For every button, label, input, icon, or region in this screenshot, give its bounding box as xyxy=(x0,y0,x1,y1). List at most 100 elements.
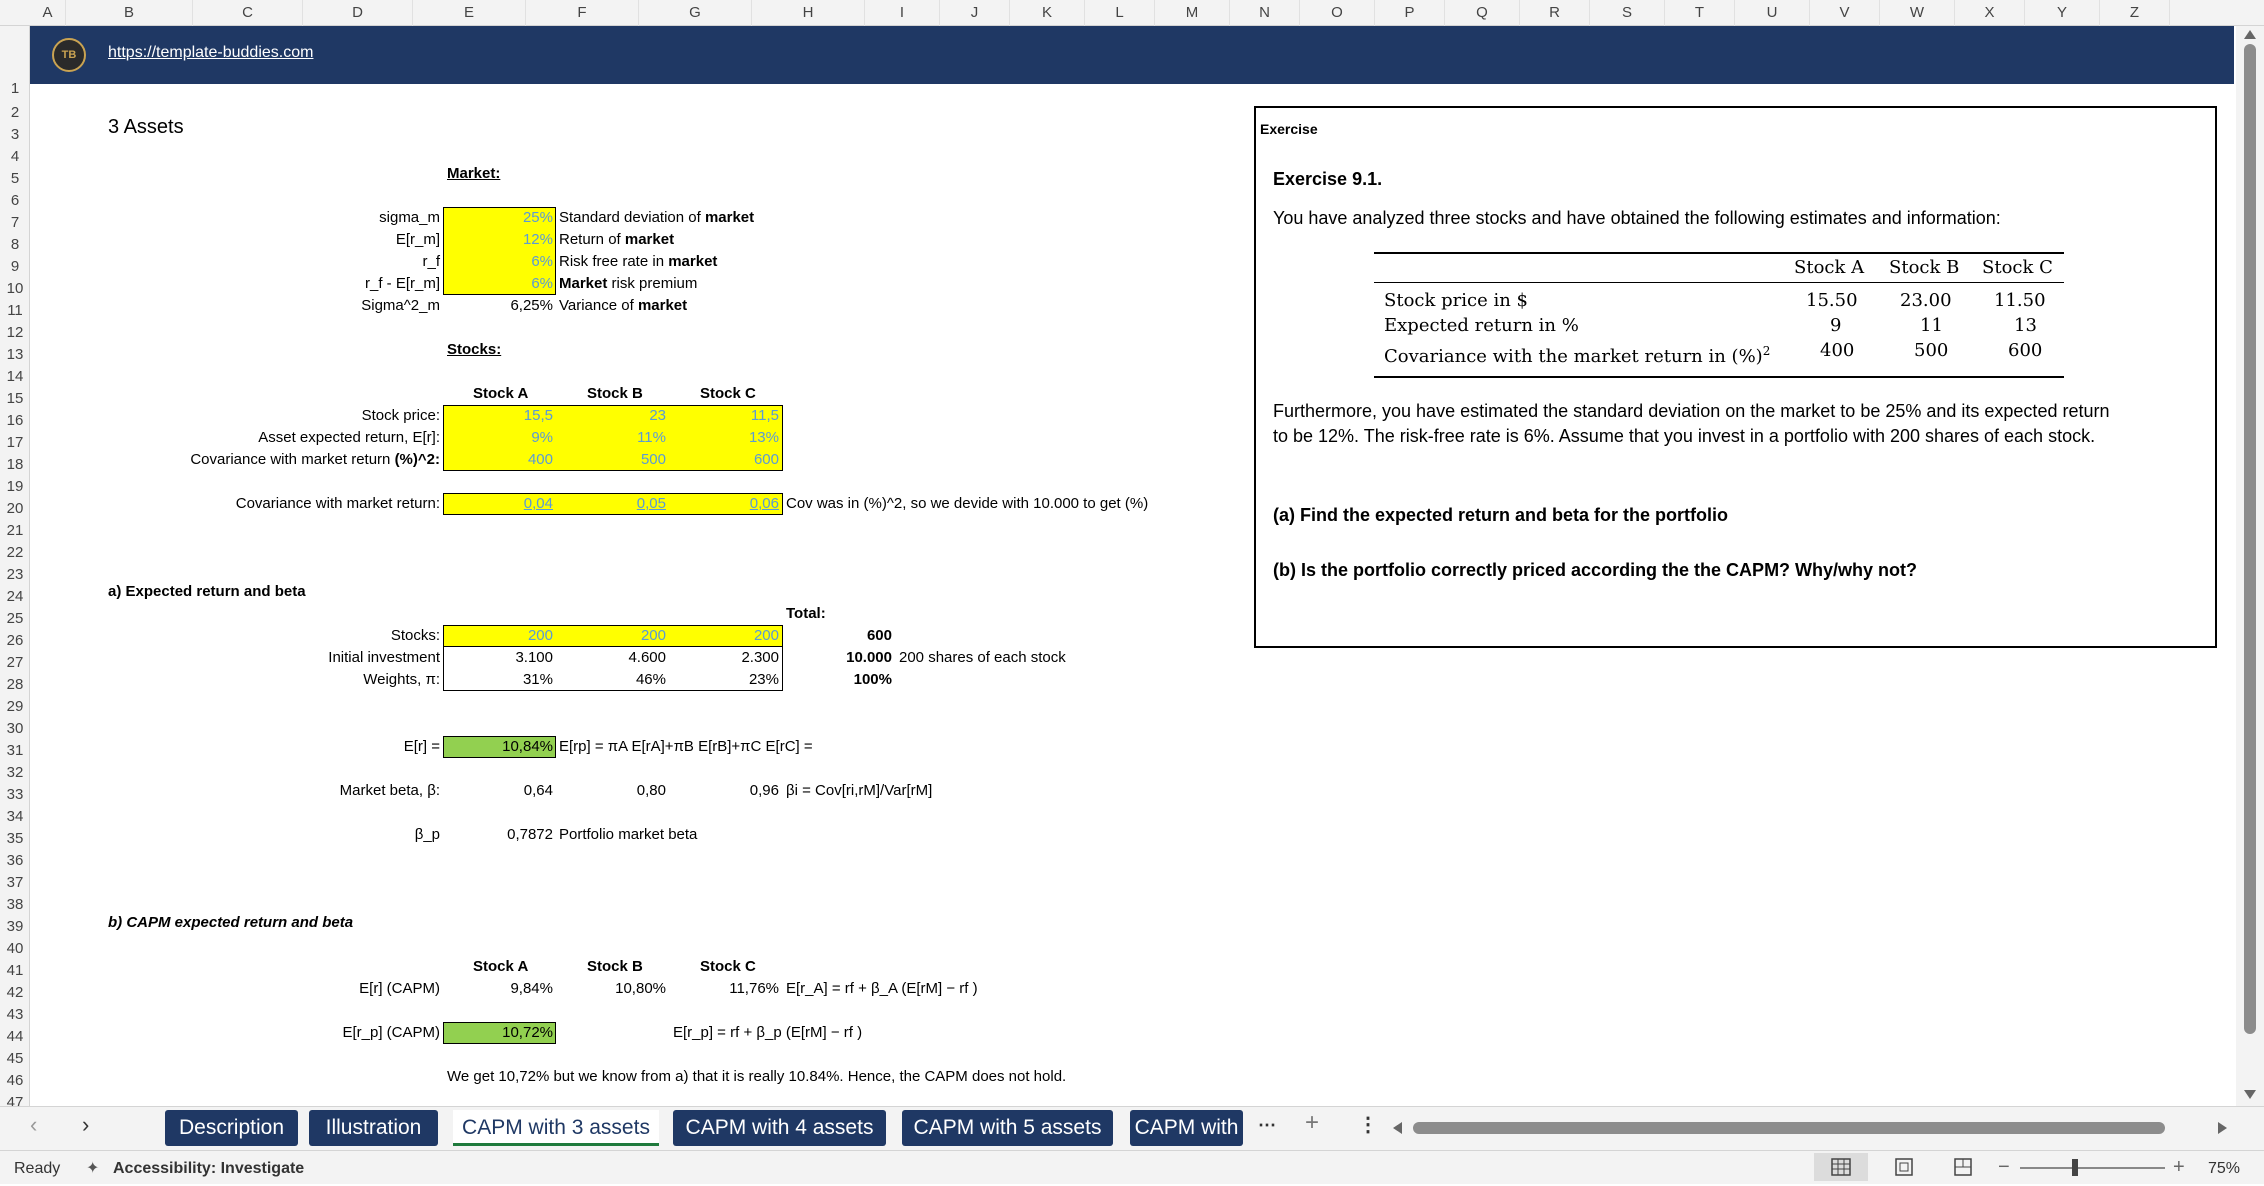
column-header[interactable]: Z xyxy=(2100,0,2170,26)
more-tabs-icon[interactable]: ⋯ xyxy=(1258,1114,1276,1136)
column-header[interactable]: C xyxy=(193,0,303,26)
erp-capm-cell[interactable]: 10,72% xyxy=(443,1022,553,1044)
column-header[interactable]: S xyxy=(1590,0,1665,26)
row-header[interactable]: 35 xyxy=(0,828,30,850)
beta-a-cell[interactable]: 0,64 xyxy=(443,780,553,802)
scroll-up-icon[interactable] xyxy=(2244,30,2256,39)
row-header[interactable]: 46 xyxy=(0,1070,30,1092)
row-header[interactable]: 13 xyxy=(0,344,30,366)
column-header[interactable]: V xyxy=(1810,0,1880,26)
column-header[interactable]: U xyxy=(1735,0,1810,26)
column-header[interactable]: H xyxy=(752,0,865,26)
cov-b-cell[interactable]: 500 xyxy=(556,449,666,471)
er-capm-a-cell[interactable]: 9,84% xyxy=(443,978,553,1000)
cov2-b-cell[interactable]: 0,05 xyxy=(556,493,666,515)
row-header[interactable]: 12 xyxy=(0,322,30,344)
tab-scroll-right-icon[interactable]: › xyxy=(82,1114,89,1136)
shares-a-cell[interactable]: 200 xyxy=(443,625,553,647)
row-header[interactable]: 11 xyxy=(0,300,30,322)
normal-view-button[interactable] xyxy=(1814,1153,1868,1181)
column-header[interactable]: F xyxy=(526,0,639,26)
return-a-cell[interactable]: 9% xyxy=(443,427,553,449)
row-header[interactable]: 6 xyxy=(0,190,30,212)
column-header[interactable]: W xyxy=(1880,0,1955,26)
page-layout-button[interactable] xyxy=(1877,1153,1931,1181)
row-header[interactable]: 16 xyxy=(0,410,30,432)
column-header[interactable]: R xyxy=(1520,0,1590,26)
row-header[interactable]: 20 xyxy=(0,498,30,520)
column-header[interactable]: E xyxy=(413,0,526,26)
row-header[interactable]: 43 xyxy=(0,1004,30,1026)
row-header[interactable]: 22 xyxy=(0,542,30,564)
row-header[interactable]: 17 xyxy=(0,432,30,454)
vertical-scroll-thumb[interactable] xyxy=(2244,44,2256,1034)
column-header[interactable]: I xyxy=(865,0,940,26)
row-header[interactable]: 2 xyxy=(0,102,30,124)
price-a-cell[interactable]: 15,5 xyxy=(443,405,553,427)
beta-c-cell[interactable]: 0,96 xyxy=(669,780,779,802)
cov-a-cell[interactable]: 400 xyxy=(443,449,553,471)
zoom-out-icon[interactable]: − xyxy=(1998,1156,2010,1178)
market-value-cell[interactable]: 6% xyxy=(443,251,553,273)
row-header[interactable]: 25 xyxy=(0,608,30,630)
tab-capm-5-assets[interactable]: CAPM with 5 assets xyxy=(902,1110,1113,1146)
column-header[interactable]: Y xyxy=(2025,0,2100,26)
row-header[interactable]: 1 xyxy=(0,78,30,100)
row-header[interactable]: 10 xyxy=(0,278,30,300)
cov-c-cell[interactable]: 600 xyxy=(669,449,779,471)
er-result-cell[interactable]: 10,84% xyxy=(443,736,553,758)
return-c-cell[interactable]: 13% xyxy=(669,427,779,449)
column-header[interactable]: X xyxy=(1955,0,2025,26)
row-header[interactable]: 37 xyxy=(0,872,30,894)
column-header[interactable]: D xyxy=(303,0,413,26)
column-header[interactable]: J xyxy=(940,0,1010,26)
row-header[interactable]: 8 xyxy=(0,234,30,256)
tab-capm-more[interactable]: CAPM with xyxy=(1130,1110,1243,1146)
row-header[interactable]: 24 xyxy=(0,586,30,608)
column-header[interactable]: O xyxy=(1300,0,1375,26)
column-header[interactable]: N xyxy=(1230,0,1300,26)
bp-cell[interactable]: 0,7872 xyxy=(443,824,553,846)
row-header[interactable]: 18 xyxy=(0,454,30,476)
er-capm-b-cell[interactable]: 10,80% xyxy=(556,978,666,1000)
row-header[interactable]: 21 xyxy=(0,520,30,542)
page-break-button[interactable] xyxy=(1936,1153,1990,1181)
column-header[interactable]: G xyxy=(639,0,752,26)
scroll-down-icon[interactable] xyxy=(2244,1090,2256,1099)
column-header[interactable]: A xyxy=(30,0,66,26)
add-sheet-icon[interactable]: + xyxy=(1305,1111,1319,1135)
hscroll-left-icon[interactable] xyxy=(1393,1122,1402,1134)
row-header[interactable]: 31 xyxy=(0,740,30,762)
row-header[interactable]: 34 xyxy=(0,806,30,828)
row-header[interactable]: 45 xyxy=(0,1048,30,1070)
shares-c-cell[interactable]: 200 xyxy=(669,625,779,647)
shares-b-cell[interactable]: 200 xyxy=(556,625,666,647)
market-value-cell[interactable]: 6,25% xyxy=(443,295,553,317)
accessibility-status[interactable]: Accessibility: Investigate xyxy=(113,1158,304,1180)
row-header[interactable]: 28 xyxy=(0,674,30,696)
tab-capm-3-assets[interactable]: CAPM with 3 assets xyxy=(453,1110,659,1146)
tab-scroll-left-icon[interactable]: ‹ xyxy=(30,1114,37,1136)
row-header[interactable]: 39 xyxy=(0,916,30,938)
tab-description[interactable]: Description xyxy=(165,1110,298,1146)
zoom-slider[interactable] xyxy=(2020,1167,2165,1169)
column-header[interactable]: K xyxy=(1010,0,1085,26)
zoom-level[interactable]: 75% xyxy=(2208,1158,2240,1180)
row-header[interactable]: 27 xyxy=(0,652,30,674)
row-header[interactable]: 5 xyxy=(0,168,30,190)
column-header[interactable]: P xyxy=(1375,0,1445,26)
website-link[interactable]: https://template-buddies.com xyxy=(108,44,313,62)
hscroll-right-icon[interactable] xyxy=(2218,1122,2227,1134)
row-header[interactable]: 3 xyxy=(0,124,30,146)
row-header[interactable]: 29 xyxy=(0,696,30,718)
row-header[interactable]: 38 xyxy=(0,894,30,916)
row-header[interactable]: 7 xyxy=(0,212,30,234)
row-header[interactable]: 9 xyxy=(0,256,30,278)
column-header[interactable]: M xyxy=(1155,0,1230,26)
column-header[interactable]: Q xyxy=(1445,0,1520,26)
row-header[interactable]: 44 xyxy=(0,1026,30,1048)
row-header[interactable]: 33 xyxy=(0,784,30,806)
market-value-cell[interactable]: 12% xyxy=(443,229,553,251)
sheet-options-icon[interactable]: ⋮ xyxy=(1358,1114,1378,1136)
zoom-slider-handle[interactable] xyxy=(2072,1159,2078,1176)
